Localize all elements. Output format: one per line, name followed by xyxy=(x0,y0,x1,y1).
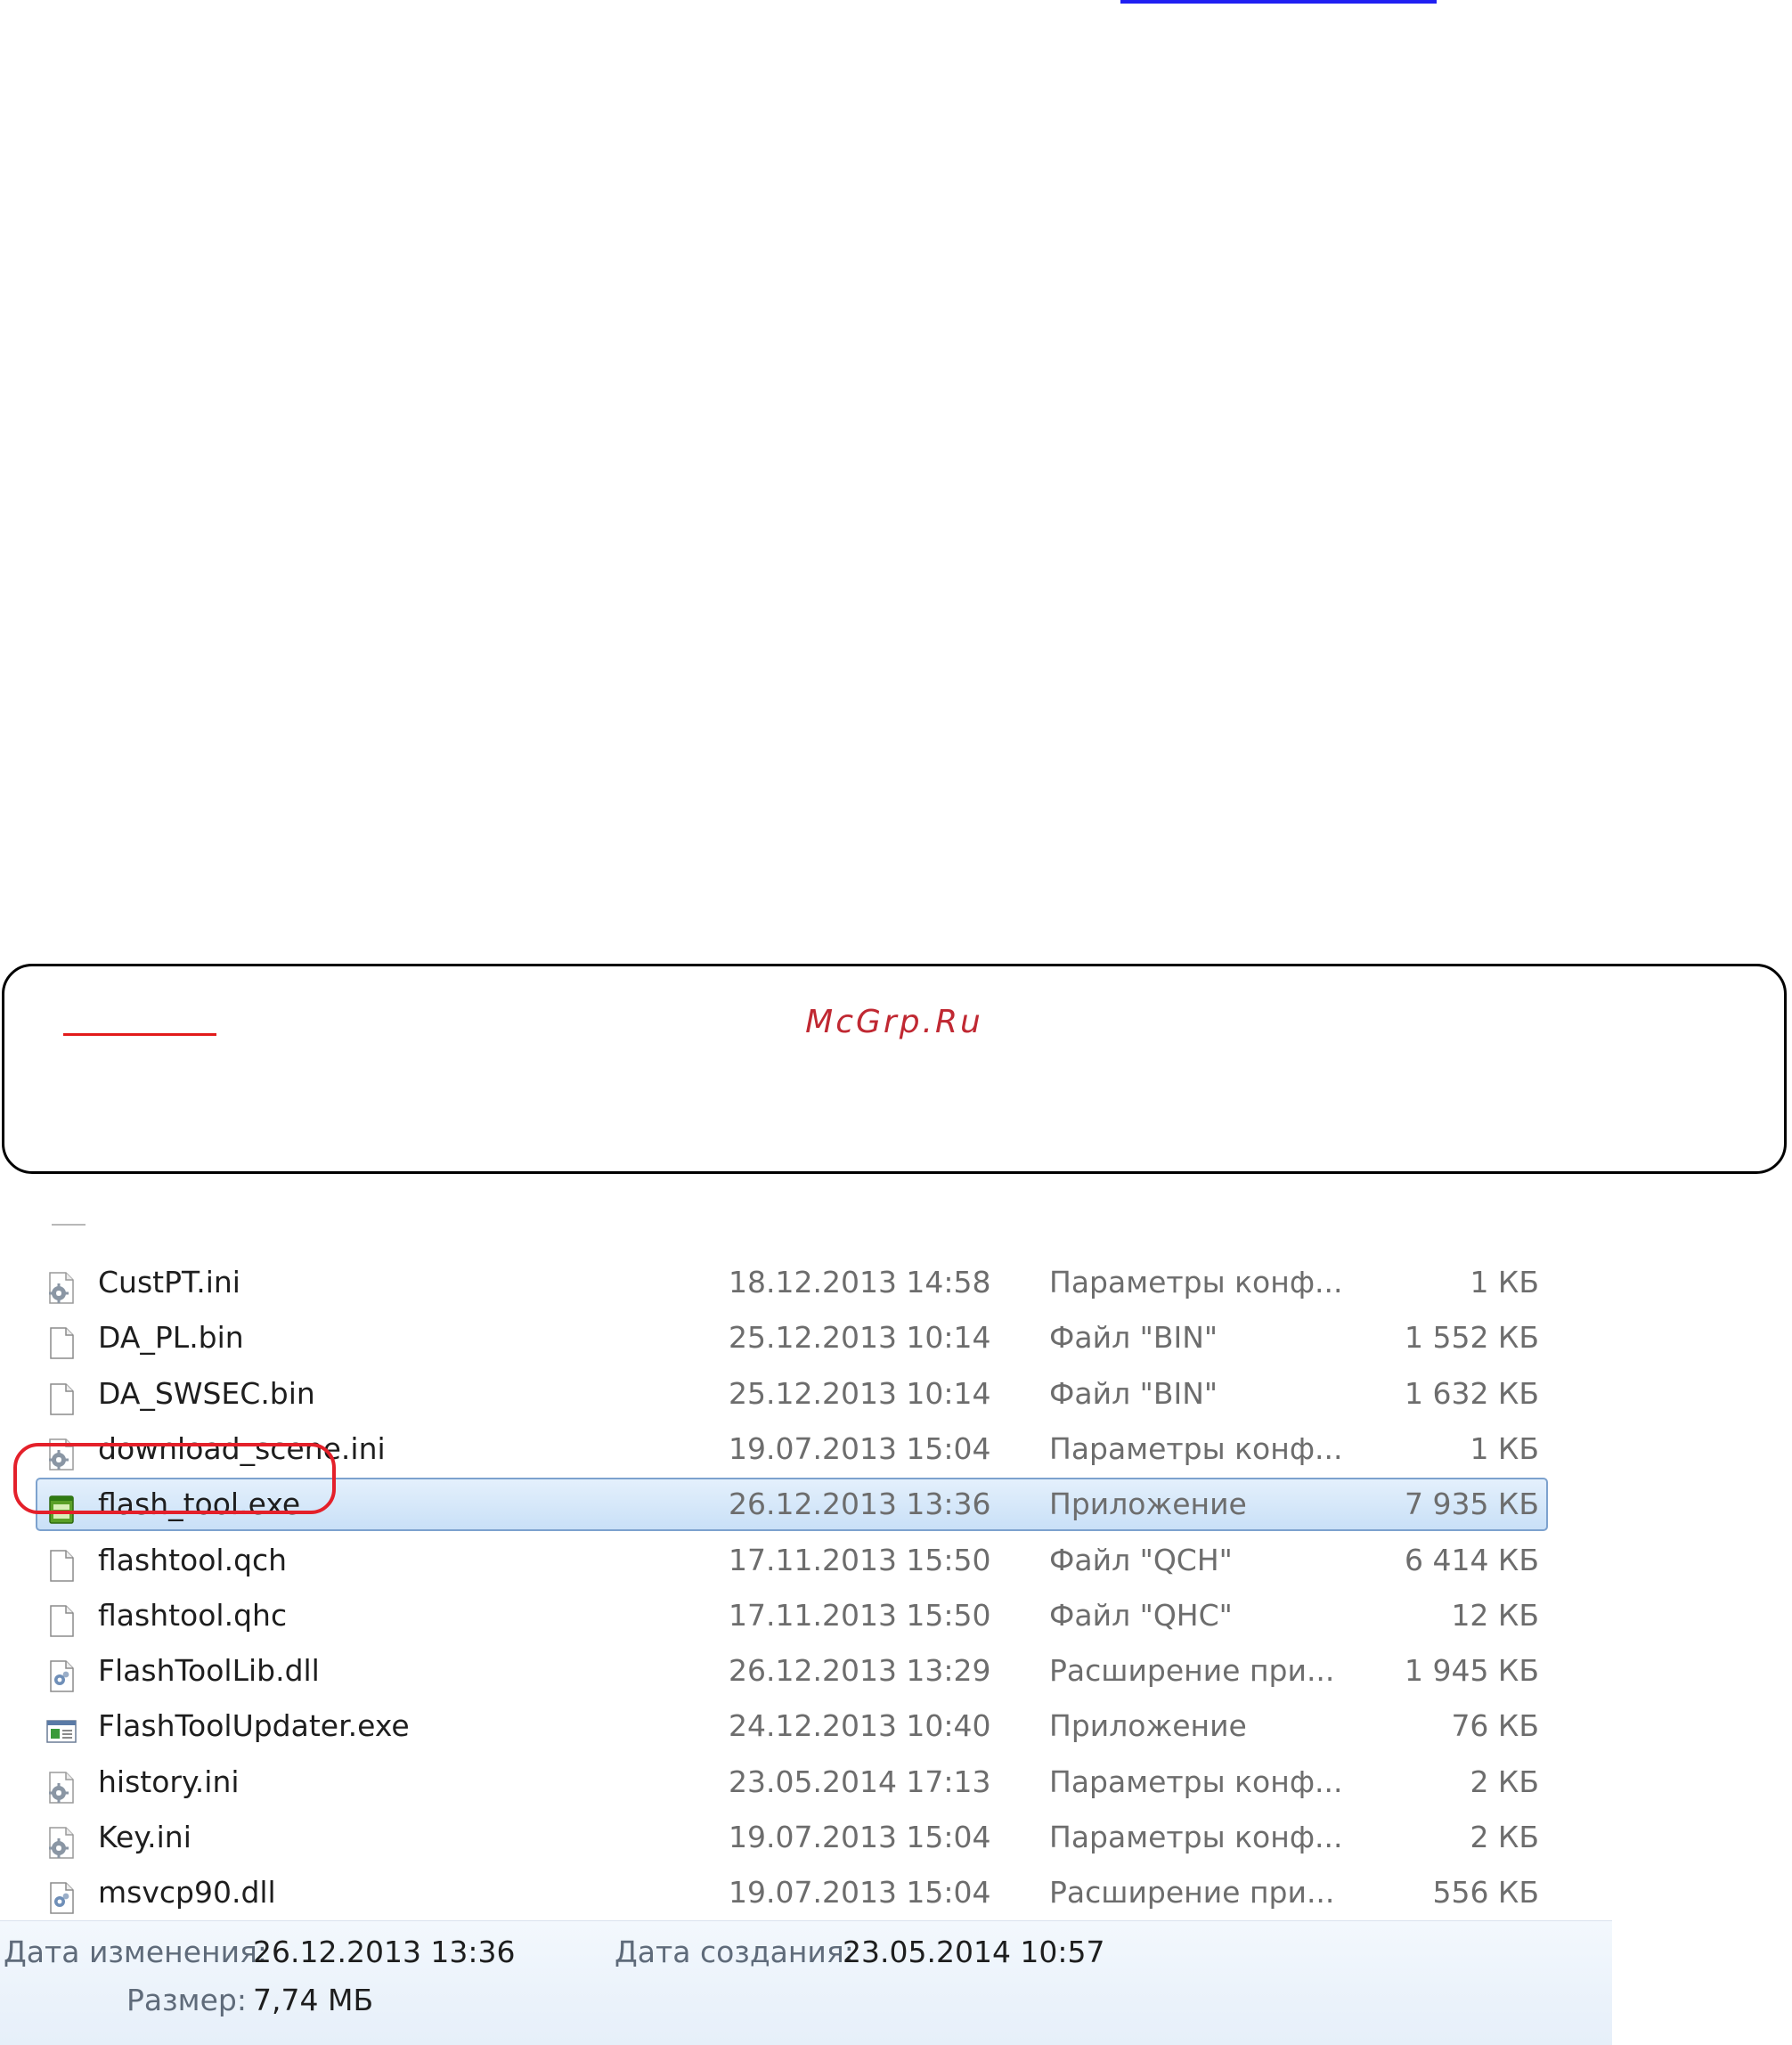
file-row[interactable]: flash_tool.exe 26.12.2013 13:36 Приложение… xyxy=(36,1478,1548,1531)
file-type: Приложение xyxy=(1049,1487,1247,1521)
file-name: flashtool.qch xyxy=(98,1543,288,1577)
file-type: Параметры конф... xyxy=(1049,1764,1343,1799)
file-type: Параметры конф... xyxy=(1049,1431,1343,1466)
file-date: 17.11.2013 15:50 xyxy=(729,1598,991,1633)
file-type: Файл "QHC" xyxy=(1049,1598,1233,1633)
config-file-icon xyxy=(46,1822,77,1859)
blank-file-icon xyxy=(46,1601,77,1637)
file-size: 76 КБ xyxy=(1451,1708,1539,1743)
banner-site-name: McGrp.Ru xyxy=(805,1004,983,1040)
file-date: 23.05.2014 17:13 xyxy=(729,1764,991,1799)
file-date: 19.07.2013 15:04 xyxy=(729,1875,991,1910)
file-date: 18.12.2013 14:58 xyxy=(729,1265,991,1300)
modified-value: 26.12.2013 13:36 xyxy=(253,1935,516,1969)
file-size: 2 КБ xyxy=(1470,1764,1539,1799)
blank-file-icon xyxy=(46,1545,77,1582)
file-row[interactable]: Key.ini 19.07.2013 15:04 Параметры конф...… xyxy=(36,1811,1548,1864)
blank-file-icon xyxy=(46,1323,77,1359)
file-row[interactable]: CustPT.ini 18.12.2013 14:58 Параметры конф… xyxy=(36,1256,1548,1309)
top-link-underline xyxy=(1120,0,1437,4)
file-name: msvcp90.dll xyxy=(98,1875,276,1910)
file-name: flashtool.qhc xyxy=(98,1598,288,1633)
file-name: DA_SWSEC.bin xyxy=(98,1376,315,1411)
file-name: history.ini xyxy=(98,1764,240,1799)
dll-file-icon xyxy=(46,1656,77,1692)
file-row[interactable]: download_scene.ini 19.07.2013 15:04 Параме… xyxy=(36,1422,1548,1476)
file-size: 1 552 КБ xyxy=(1404,1320,1539,1355)
file-type: Файл "BIN" xyxy=(1049,1320,1218,1355)
file-date: 19.07.2013 15:04 xyxy=(729,1431,991,1466)
file-size: 1 945 КБ xyxy=(1404,1653,1539,1688)
file-size: 12 КБ xyxy=(1451,1598,1539,1633)
blank-file-icon xyxy=(46,1379,77,1415)
file-date: 26.12.2013 13:29 xyxy=(729,1653,991,1688)
file-size: 6 414 КБ xyxy=(1404,1543,1539,1577)
created-label: Дата создания: xyxy=(615,1935,854,1969)
file-date: 24.12.2013 10:40 xyxy=(729,1708,991,1743)
file-row[interactable]: DA_PL.bin 25.12.2013 10:14 Файл "BIN" 1 552… xyxy=(36,1311,1548,1365)
file-type: Файл "BIN" xyxy=(1049,1376,1218,1411)
dll-file-icon xyxy=(46,1878,77,1914)
file-date: 19.07.2013 15:04 xyxy=(729,1820,991,1854)
file-type: Файл "QCH" xyxy=(1049,1543,1233,1577)
app-window-icon xyxy=(46,1711,77,1743)
file-size: 1 632 КБ xyxy=(1404,1376,1539,1411)
file-name: download_scene.ini xyxy=(98,1431,386,1466)
config-file-icon xyxy=(46,1434,77,1471)
config-file-icon xyxy=(46,1267,77,1304)
file-row[interactable]: msvcp90.dll 19.07.2013 15:04 Расширение пр… xyxy=(36,1866,1548,1919)
partial-row-stub xyxy=(52,1218,86,1226)
file-date: 26.12.2013 13:36 xyxy=(729,1487,991,1521)
file-name: CustPT.ini xyxy=(98,1265,240,1300)
file-row[interactable]: flashtool.qhc 17.11.2013 15:50 Файл "QHC" 1… xyxy=(36,1589,1548,1642)
file-name: FlashToolUpdater.exe xyxy=(98,1708,410,1743)
flash-tool-app-icon xyxy=(46,1489,77,1524)
file-name: Key.ini xyxy=(98,1820,191,1854)
file-row[interactable]: flashtool.qch 17.11.2013 15:50 Файл "QCH" 6… xyxy=(36,1534,1548,1587)
file-type: Параметры конф... xyxy=(1049,1820,1343,1854)
file-name: DA_PL.bin xyxy=(98,1320,244,1355)
file-date: 25.12.2013 10:14 xyxy=(729,1320,991,1355)
file-name: flash_tool.exe xyxy=(98,1487,301,1521)
file-size: 1 КБ xyxy=(1470,1431,1539,1466)
file-type: Расширение при... xyxy=(1049,1653,1335,1688)
file-row[interactable]: FlashToolUpdater.exe 24.12.2013 10:40 Прил… xyxy=(36,1699,1548,1753)
file-row[interactable]: history.ini 23.05.2014 17:13 Параметры кон… xyxy=(36,1756,1548,1809)
file-type: Расширение при... xyxy=(1049,1875,1335,1910)
details-pane: Дата изменения: 26.12.2013 13:36 Дата со… xyxy=(0,1920,1612,2045)
file-type: Параметры конф... xyxy=(1049,1265,1343,1300)
file-size: 7 935 КБ xyxy=(1404,1487,1539,1521)
file-size: 556 КБ xyxy=(1432,1875,1539,1910)
file-row[interactable]: FlashToolLib.dll 26.12.2013 13:29 Расширен… xyxy=(36,1644,1548,1698)
file-size: 1 КБ xyxy=(1470,1265,1539,1300)
file-row[interactable]: DA_SWSEC.bin 25.12.2013 10:14 Файл "BIN" 1 … xyxy=(36,1367,1548,1421)
file-name: FlashToolLib.dll xyxy=(98,1653,320,1688)
file-date: 25.12.2013 10:14 xyxy=(729,1376,991,1411)
file-date: 17.11.2013 15:50 xyxy=(729,1543,991,1577)
size-label: Размер: xyxy=(126,1983,247,2017)
config-file-icon xyxy=(46,1767,77,1804)
site-banner: McGrp.Ru xyxy=(2,964,1787,1174)
created-value: 23.05.2014 10:57 xyxy=(843,1935,1105,1969)
size-value: 7,74 МБ xyxy=(253,1983,374,2017)
file-type: Приложение xyxy=(1049,1708,1247,1743)
modified-label: Дата изменения: xyxy=(4,1935,268,1969)
file-size: 2 КБ xyxy=(1470,1820,1539,1854)
